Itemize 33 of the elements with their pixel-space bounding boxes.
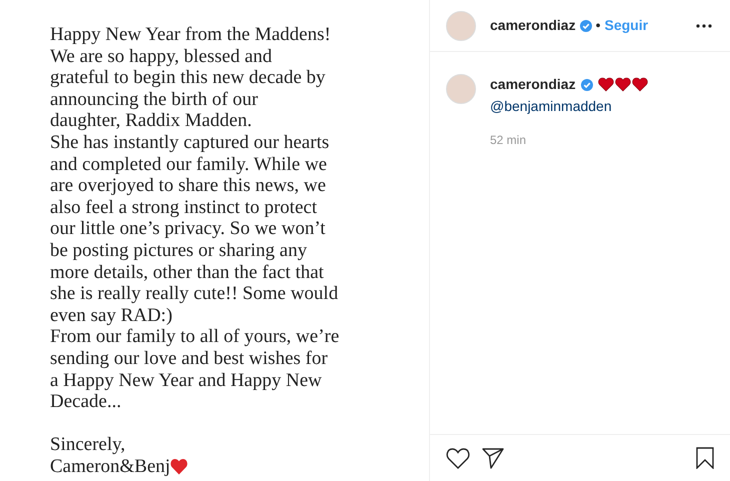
mention-link[interactable]: @benjaminmadden [490, 96, 648, 117]
post-text-line: From our family to all of yours, we’re [50, 326, 340, 348]
heart-icon[interactable] [446, 447, 470, 469]
post-text-line: daughter, Raddix Madden. [50, 110, 252, 132]
post-text-line: We are so happy, blessed and [50, 46, 272, 68]
post-text-line: Cameron&Benj [50, 456, 170, 478]
username[interactable]: camerondiaz [490, 15, 576, 36]
post-text-line: are overjoyed to share this news, we [50, 175, 326, 197]
username[interactable]: camerondiaz [490, 74, 576, 95]
more-options-icon[interactable] [696, 24, 712, 28]
post-text-line: grateful to begin this new decade by [50, 67, 326, 89]
verified-icon [580, 20, 592, 32]
send-icon[interactable] [482, 447, 504, 469]
post-text-line: Happy New Year from the Maddens! [50, 24, 331, 46]
post-text-line: our little one’s privacy. So we won’t [50, 218, 326, 240]
bookmark-icon[interactable] [696, 447, 714, 469]
post-text-line: more details, other than the fact that [50, 262, 324, 284]
post-text-line: even say RAD:) [50, 304, 172, 326]
timestamp: 52 min [490, 132, 528, 149]
post-text-line: Decade... [50, 391, 122, 413]
hearts-icon [598, 77, 648, 92]
post-text-line: and completed our family. While we [50, 154, 327, 176]
post-text-line: Sincerely, [50, 434, 126, 456]
post-text-line: She has instantly captured our hearts [50, 132, 330, 154]
post-text-line: she is really really cute!! Some would [50, 283, 338, 305]
verified-icon [580, 78, 593, 90]
post-text-line: also feel a strong instinct to protect [50, 196, 317, 218]
post-text-line: a Happy New Year and Happy New [50, 370, 322, 392]
post-text-line: be posting pictures or sharing any [50, 240, 307, 262]
heart-icon [170, 458, 188, 476]
separator: • [596, 16, 600, 35]
post-text-line: announcing the birth of our [50, 88, 258, 110]
post-text-line: sending our love and best wishes for [50, 348, 328, 370]
